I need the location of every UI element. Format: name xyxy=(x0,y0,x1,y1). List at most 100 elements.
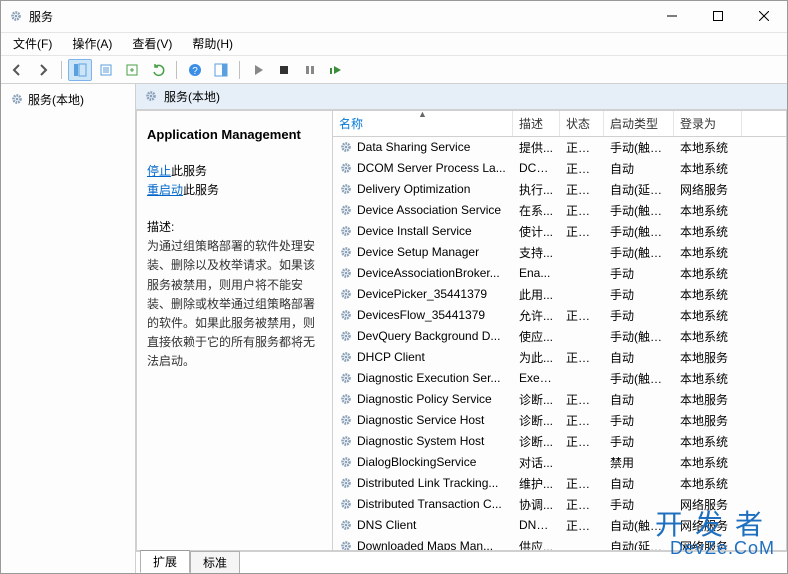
service-row[interactable]: Diagnostic Service Host诊断...正在...手动本地服务 xyxy=(333,410,786,431)
titlebar: 服务 xyxy=(1,1,787,33)
cell-name: Device Install Service xyxy=(333,224,513,238)
service-row[interactable]: Device Setup Manager支持...手动(触发...本地系统 xyxy=(333,242,786,263)
column-name[interactable]: ▲ 名称 xyxy=(333,111,513,136)
gear-icon xyxy=(339,413,353,427)
show-hide-tree-button[interactable] xyxy=(68,59,92,81)
cell-startup-type: 手动(触发... xyxy=(604,202,674,219)
service-row[interactable]: Distributed Link Tracking...维护...正在...自动… xyxy=(333,473,786,494)
list-body[interactable]: Data Sharing Service提供...正在...手动(触发...本地… xyxy=(333,137,786,550)
properties-button[interactable] xyxy=(94,59,118,81)
cell-name: Diagnostic Execution Ser... xyxy=(333,371,513,385)
refresh-button[interactable] xyxy=(146,59,170,81)
cell-name: Downloaded Maps Man... xyxy=(333,539,513,550)
gear-icon xyxy=(339,329,353,343)
restart-service-button[interactable] xyxy=(324,59,348,81)
cell-startup-type: 手动(触发... xyxy=(604,328,674,345)
export-button[interactable] xyxy=(120,59,144,81)
service-row[interactable]: DHCP Client为此...正在...自动本地服务 xyxy=(333,347,786,368)
cell-description: 执行... xyxy=(513,181,560,198)
cell-startup-type: 自动(延迟... xyxy=(604,181,674,198)
toolbar-separator xyxy=(176,61,177,79)
back-button[interactable] xyxy=(5,59,29,81)
cell-name: Distributed Link Tracking... xyxy=(333,476,513,490)
menu-view[interactable]: 查看(V) xyxy=(124,33,180,54)
cell-description: 支持... xyxy=(513,244,560,261)
gear-icon xyxy=(339,245,353,259)
stop-service-button[interactable] xyxy=(272,59,296,81)
stop-service-link[interactable]: 停止 xyxy=(147,164,171,178)
cell-status: 正在... xyxy=(560,412,604,429)
cell-logon-as: 网络服务 xyxy=(674,517,742,534)
cell-description: 提供... xyxy=(513,139,560,156)
nav-root-label: 服务(本地) xyxy=(28,91,84,108)
pause-service-button[interactable] xyxy=(298,59,322,81)
cell-startup-type: 禁用 xyxy=(604,454,674,471)
service-row[interactable]: Downloaded Maps Man...供应...自动(延迟...网络服务 xyxy=(333,536,786,550)
menu-file[interactable]: 文件(F) xyxy=(5,33,60,54)
service-row[interactable]: DialogBlockingService对话...禁用本地系统 xyxy=(333,452,786,473)
stop-service-suffix: 此服务 xyxy=(171,164,207,178)
maximize-button[interactable] xyxy=(695,1,741,32)
cell-logon-as: 本地系统 xyxy=(674,139,742,156)
column-status[interactable]: 状态 xyxy=(560,111,604,136)
gear-icon xyxy=(339,518,353,532)
service-row[interactable]: DevicePicker_35441379此用...手动本地系统 xyxy=(333,284,786,305)
cell-logon-as: 本地系统 xyxy=(674,265,742,282)
cell-name: Device Setup Manager xyxy=(333,245,513,259)
restart-service-link[interactable]: 重启动 xyxy=(147,183,183,197)
cell-startup-type: 自动 xyxy=(604,391,674,408)
service-row[interactable]: Diagnostic System Host诊断...正在...手动本地系统 xyxy=(333,431,786,452)
cell-status: 正在... xyxy=(560,181,604,198)
sort-indicator-icon: ▲ xyxy=(418,111,427,119)
service-row[interactable]: Diagnostic Execution Ser...Exec...手动(触发.… xyxy=(333,368,786,389)
cell-description: 在系... xyxy=(513,202,560,219)
cell-status: 正在... xyxy=(560,517,604,534)
cell-startup-type: 手动 xyxy=(604,412,674,429)
nav-tree: 服务(本地) xyxy=(1,84,136,573)
service-row[interactable]: Device Install Service使计...正在...手动(触发...… xyxy=(333,221,786,242)
help-button[interactable]: ? xyxy=(183,59,207,81)
cell-logon-as: 网络服务 xyxy=(674,181,742,198)
service-row[interactable]: Distributed Transaction C...协调...正在...手动… xyxy=(333,494,786,515)
cell-status: 正在... xyxy=(560,139,604,156)
detail-pane: Application Management 停止此服务 重启动此服务 描述: … xyxy=(137,111,332,550)
toolbar-separator xyxy=(239,61,240,79)
cell-logon-as: 本地系统 xyxy=(674,370,742,387)
cell-status: 正在... xyxy=(560,475,604,492)
cell-logon-as: 本地系统 xyxy=(674,433,742,450)
cell-logon-as: 本地系统 xyxy=(674,454,742,471)
service-row[interactable]: DCOM Server Process La...DCO...正在...自动本地… xyxy=(333,158,786,179)
cell-logon-as: 本地系统 xyxy=(674,286,742,303)
service-row[interactable]: Device Association Service在系...正在...手动(触… xyxy=(333,200,786,221)
cell-name: DevQuery Background D... xyxy=(333,329,513,343)
menu-bar: 文件(F) 操作(A) 查看(V) 帮助(H) xyxy=(1,33,787,57)
forward-button[interactable] xyxy=(31,59,55,81)
tab-standard[interactable]: 标准 xyxy=(190,551,240,573)
column-description[interactable]: 描述 xyxy=(513,111,560,136)
service-row[interactable]: DevicesFlow_35441379允许...正在...手动本地系统 xyxy=(333,305,786,326)
column-logon-as[interactable]: 登录为 xyxy=(674,111,742,136)
gear-icon xyxy=(144,89,158,103)
service-row[interactable]: Delivery Optimization执行...正在...自动(延迟...网… xyxy=(333,179,786,200)
service-row[interactable]: Diagnostic Policy Service诊断...正在...自动本地服… xyxy=(333,389,786,410)
app-icon xyxy=(9,9,23,23)
cell-description: 此用... xyxy=(513,286,560,303)
column-startup-type[interactable]: 启动类型 xyxy=(604,111,674,136)
service-row[interactable]: DeviceAssociationBroker...Ena...手动本地系统 xyxy=(333,263,786,284)
menu-help[interactable]: 帮助(H) xyxy=(184,33,241,54)
cell-name: DeviceAssociationBroker... xyxy=(333,266,513,280)
cell-logon-as: 网络服务 xyxy=(674,538,742,550)
gear-icon xyxy=(10,92,24,106)
gear-icon xyxy=(339,497,353,511)
menu-action[interactable]: 操作(A) xyxy=(64,33,120,54)
cell-name: Diagnostic Policy Service xyxy=(333,392,513,406)
minimize-button[interactable] xyxy=(649,1,695,32)
service-row[interactable]: DevQuery Background D...使应...手动(触发...本地系… xyxy=(333,326,786,347)
close-button[interactable] xyxy=(741,1,787,32)
show-hide-action-pane-button[interactable] xyxy=(209,59,233,81)
service-row[interactable]: Data Sharing Service提供...正在...手动(触发...本地… xyxy=(333,137,786,158)
nav-root-services[interactable]: 服务(本地) xyxy=(3,88,133,111)
service-row[interactable]: DNS ClientDNS...正在...自动(触发...网络服务 xyxy=(333,515,786,536)
tab-extended[interactable]: 扩展 xyxy=(140,550,190,573)
start-service-button[interactable] xyxy=(246,59,270,81)
